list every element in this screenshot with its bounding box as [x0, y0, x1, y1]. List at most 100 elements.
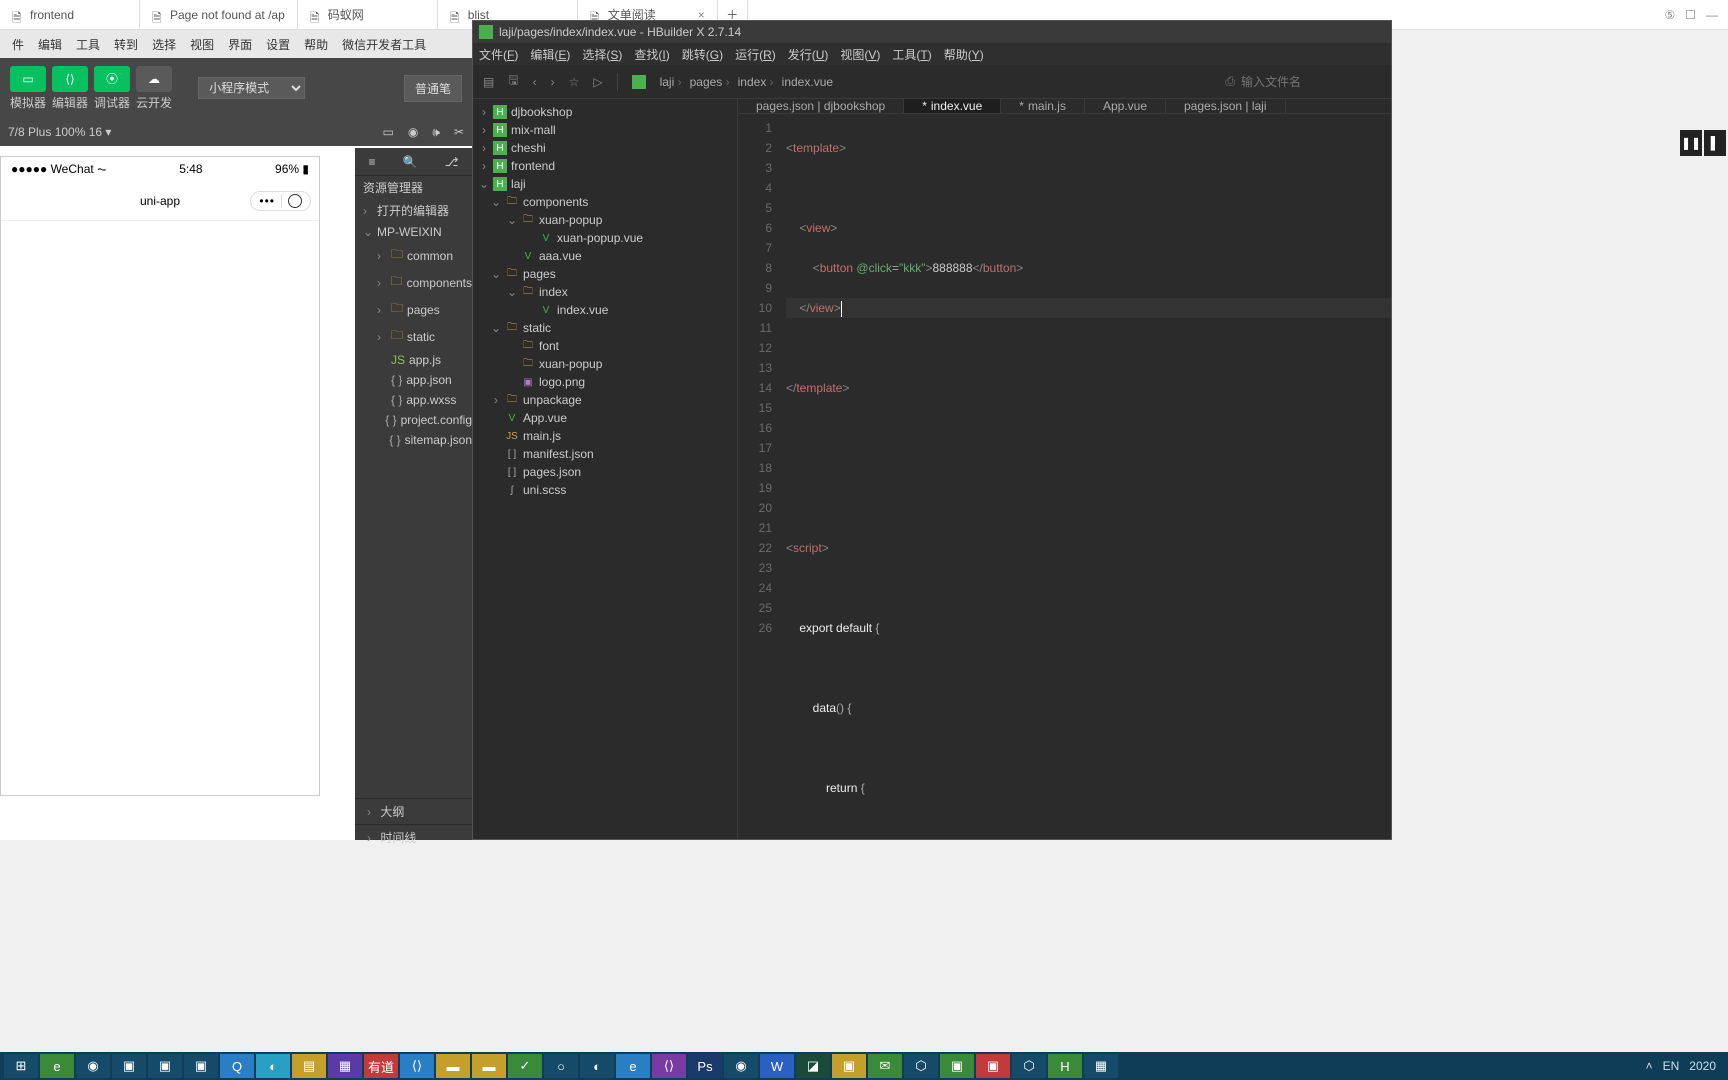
- open-editors-label[interactable]: ›打开的编辑器: [355, 199, 472, 222]
- explorer-item[interactable]: Vindex.vue: [473, 301, 737, 319]
- simulator-icon[interactable]: ▭: [10, 66, 46, 92]
- file-search-input[interactable]: [1241, 75, 1381, 89]
- star-icon[interactable]: ☆: [569, 75, 580, 89]
- explorer-item[interactable]: ›Hcheshi: [473, 139, 737, 157]
- explorer-icon[interactable]: ▬: [472, 1054, 506, 1078]
- more-icon[interactable]: •••: [259, 194, 275, 208]
- wx-menu-item[interactable]: 编辑: [32, 36, 68, 53]
- wx-menu-item[interactable]: 转到: [108, 36, 144, 53]
- rotate-icon[interactable]: ▭: [383, 125, 394, 140]
- timeline-label[interactable]: › 时间线: [355, 824, 472, 850]
- photoshop-icon[interactable]: Ps: [688, 1054, 722, 1078]
- devtool-icon[interactable]: ▣: [940, 1054, 974, 1078]
- device-zoom-label[interactable]: 7/8 Plus 100% 16 ▾: [8, 125, 111, 139]
- explorer-item[interactable]: VApp.vue: [473, 409, 737, 427]
- explorer-item[interactable]: ⌄🗀xuan-popup: [473, 211, 737, 229]
- hb-file-explorer[interactable]: ›Hdjbookshop›Hmix-mall›Hcheshi›Hfrontend…: [473, 99, 738, 839]
- project-root[interactable]: ⌄MP-WEIXIN: [355, 222, 472, 242]
- hb-menu-item[interactable]: 跳转(G): [682, 46, 723, 63]
- editor-icon[interactable]: ⟨⟩: [52, 66, 88, 92]
- notes-icon[interactable]: ▤: [292, 1054, 326, 1078]
- app-icon[interactable]: ▦: [328, 1054, 362, 1078]
- close-icon[interactable]: [288, 194, 302, 208]
- tree-item[interactable]: { } app.json: [355, 370, 472, 390]
- ime-label[interactable]: EN: [1663, 1059, 1680, 1073]
- explorer-item[interactable]: 🗀font: [473, 337, 737, 355]
- hb-menu-item[interactable]: 查找(I): [634, 46, 669, 63]
- wx-menu-item[interactable]: 设置: [260, 36, 296, 53]
- forward-icon[interactable]: ›: [551, 75, 555, 89]
- code-editor[interactable]: 1234567891011121314151617181920212223242…: [738, 114, 1391, 839]
- record-icon[interactable]: ◉: [408, 125, 418, 140]
- back-icon[interactable]: ‹: [533, 75, 537, 89]
- window-count-icon[interactable]: ⑤: [1664, 8, 1675, 22]
- window-min-icon[interactable]: ☐: [1685, 8, 1696, 22]
- ie-icon[interactable]: e: [616, 1054, 650, 1078]
- next-icon[interactable]: ▌: [1704, 130, 1726, 156]
- breadcrumb[interactable]: lajipagesindexindex.vue: [660, 75, 833, 89]
- tree-item[interactable]: ›🗀 pages: [355, 296, 472, 323]
- app-icon[interactable]: ⬡: [904, 1054, 938, 1078]
- word-icon[interactable]: W: [760, 1054, 794, 1078]
- wx-menu-item[interactable]: 微信开发者工具: [336, 36, 432, 53]
- explorer-item[interactable]: ⌄🗀index: [473, 283, 737, 301]
- wx-menu-item[interactable]: 视图: [184, 36, 220, 53]
- explorer-item[interactable]: ▣logo.png: [473, 373, 737, 391]
- explorer-item[interactable]: 🗀xuan-popup: [473, 355, 737, 373]
- debugger-icon[interactable]: ⦿: [94, 66, 130, 92]
- tree-item[interactable]: ›🗀 components: [355, 269, 472, 296]
- tree-item[interactable]: { } sitemap.json: [355, 430, 472, 450]
- start-icon[interactable]: ⊞: [4, 1054, 38, 1078]
- tree-item[interactable]: ›🗀 static: [355, 323, 472, 350]
- browser-tab[interactable]: 🗎码蚁网: [298, 0, 438, 29]
- cloud-icon[interactable]: ☁: [136, 66, 172, 92]
- app-icon[interactable]: ✓: [508, 1054, 542, 1078]
- run-icon[interactable]: ▷: [593, 75, 602, 89]
- explorer-search-icon[interactable]: 🔍: [403, 155, 418, 169]
- hb-menu-item[interactable]: 视图(V): [840, 46, 880, 63]
- explorer-list-icon[interactable]: ≡: [369, 155, 376, 169]
- app-icon[interactable]: ◐: [580, 1054, 614, 1078]
- hb-menu-item[interactable]: 选择(S): [582, 46, 622, 63]
- explorer-item[interactable]: JSmain.js: [473, 427, 737, 445]
- app-icon[interactable]: ⬡: [1012, 1054, 1046, 1078]
- qq-icon[interactable]: Q: [220, 1054, 254, 1078]
- save-icon[interactable]: 🖫: [508, 71, 518, 92]
- tray-expand-icon[interactable]: ˄: [1646, 1059, 1653, 1073]
- hb-menu-item[interactable]: 编辑(E): [530, 46, 570, 63]
- app-icon[interactable]: ◉: [724, 1054, 758, 1078]
- hb-menu-item[interactable]: 文件(F): [479, 46, 518, 63]
- capsule-button[interactable]: •••: [250, 191, 311, 211]
- hb-menu-item[interactable]: 发行(U): [788, 46, 829, 63]
- explorer-item[interactable]: ›Hmix-mall: [473, 121, 737, 139]
- wx-menu-item[interactable]: 件: [6, 36, 30, 53]
- pause-icon[interactable]: ❚❚: [1680, 130, 1702, 156]
- pycharm-icon[interactable]: ◪: [796, 1054, 830, 1078]
- tree-item[interactable]: { } project.config: [355, 410, 472, 430]
- clock-year[interactable]: 2020: [1689, 1059, 1716, 1073]
- tree-item[interactable]: { } app.wxss: [355, 390, 472, 410]
- navicat-icon[interactable]: ▣: [832, 1054, 866, 1078]
- explorer-git-icon[interactable]: ⎇: [445, 155, 459, 169]
- code-content[interactable]: <template> <view> <button @click="kkk">8…: [778, 114, 1391, 839]
- terminal-icon[interactable]: ▣: [184, 1054, 218, 1078]
- browser-tab[interactable]: 🗎frontend: [0, 0, 140, 29]
- browser-icon[interactable]: e: [40, 1054, 74, 1078]
- editor-tab[interactable]: pages.json | laji: [1166, 99, 1286, 113]
- app-icon[interactable]: ▣: [976, 1054, 1010, 1078]
- editor-tab[interactable]: *index.vue: [904, 99, 1001, 113]
- hb-menu-item[interactable]: 工具(T): [892, 46, 931, 63]
- browser2-icon[interactable]: ◐: [256, 1054, 290, 1078]
- explorer-item[interactable]: ›Hfrontend: [473, 157, 737, 175]
- editor-tab[interactable]: pages.json | djbookshop: [738, 99, 904, 113]
- tree-item[interactable]: JS app.js: [355, 350, 472, 370]
- window-max-icon[interactable]: —: [1706, 8, 1718, 22]
- chrome-icon[interactable]: ◉: [76, 1054, 110, 1078]
- explorer-item[interactable]: ⌄🗀pages: [473, 265, 737, 283]
- wechat-icon[interactable]: ✉: [868, 1054, 902, 1078]
- preview-icon[interactable]: ⎙: [1225, 74, 1235, 89]
- explorer-item[interactable]: ⌄🗀components: [473, 193, 737, 211]
- sidebar-toggle-icon[interactable]: ▤: [483, 75, 494, 89]
- vscode-icon[interactable]: ⟨⟩: [400, 1054, 434, 1078]
- youdao-icon[interactable]: 有道: [364, 1054, 398, 1078]
